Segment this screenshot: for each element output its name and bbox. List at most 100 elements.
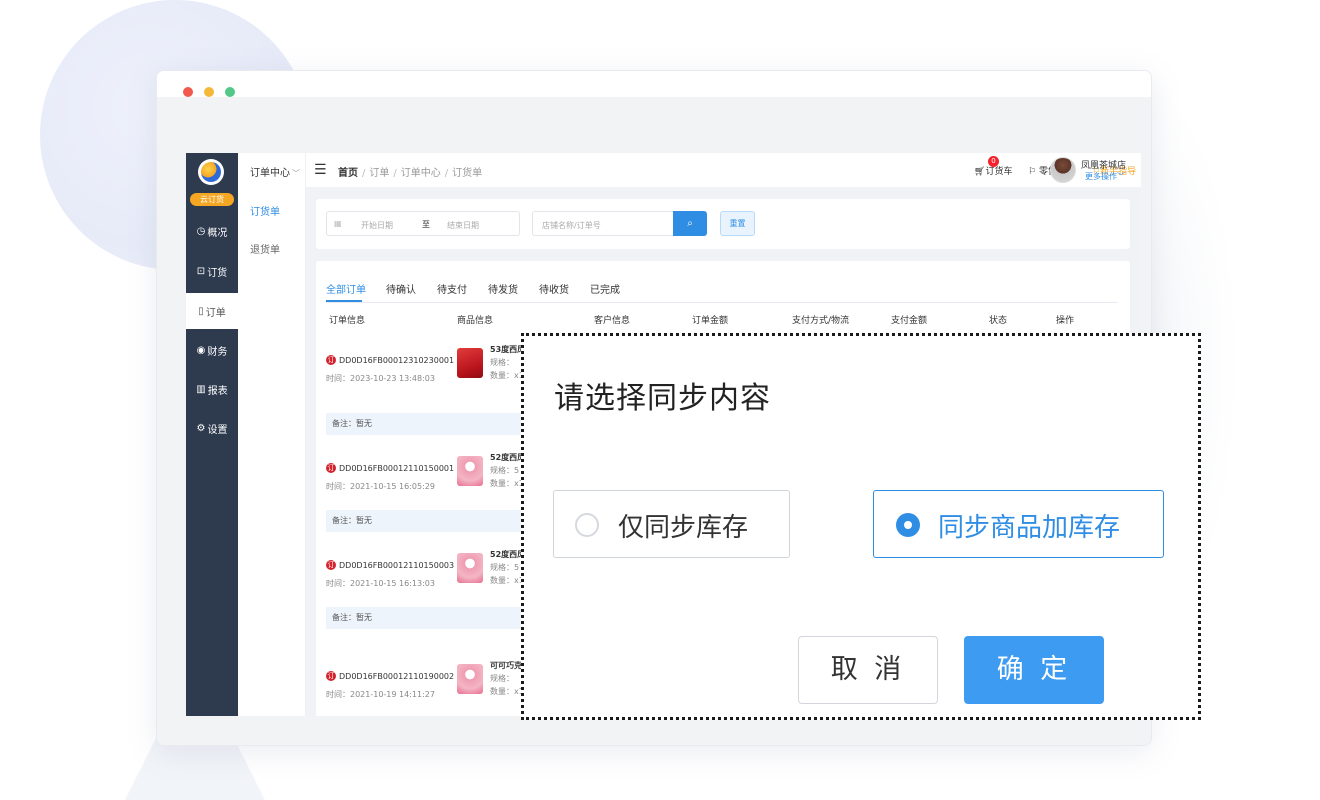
sidebar-item-label: 财务 [207, 346, 228, 358]
column-header: 订单金额 [692, 316, 729, 326]
document-icon: ▯ [198, 305, 204, 317]
chevron-down-icon: ﹀ [292, 169, 300, 178]
order-icon: 订 [326, 560, 336, 570]
shop-name: 凤凰茶城店 [1081, 161, 1127, 171]
order-time: 时间：2021-10-19 14:11:27 [326, 690, 435, 699]
search-input[interactable]: 店铺名称/订单号 [532, 211, 674, 236]
tab-pending-payment[interactable]: 待支付 [437, 281, 467, 296]
end-date-field[interactable]: 结束日期 [447, 220, 479, 231]
product-thumbnail [457, 664, 483, 694]
maximize-window-icon[interactable] [225, 87, 235, 97]
flag-icon: ⚐ [1028, 167, 1039, 177]
bar-chart-icon: ▥ [196, 383, 206, 395]
product-quantity: 数量：x1 [490, 687, 524, 696]
dialog-title: 请选择同步内容 [554, 381, 771, 416]
order-id[interactable]: DD0D16FB00012110190002 [339, 672, 454, 681]
sidebar-item-ordering[interactable]: ⊡ 订货 [186, 253, 238, 289]
more-actions-label: 更多操作 [1085, 172, 1117, 181]
product-spec: 规格： [490, 674, 514, 683]
sidebar-item-settings[interactable]: ⚙ 设置 [186, 410, 238, 446]
column-header: 支付方式/物流 [792, 316, 850, 326]
more-actions-link[interactable]: 更多操作﹀ [1085, 171, 1125, 182]
filter-panel: ▦ 开始日期 至 结束日期 店铺名称/订单号 ⌕ 重置 [316, 199, 1130, 249]
product-name: 52度西凤 [490, 453, 526, 462]
submenu-item-purchase-orders[interactable]: 订货单 [250, 203, 280, 218]
submenu-item-return-orders[interactable]: 退货单 [250, 241, 280, 256]
search-icon: ⌕ [687, 218, 693, 229]
gift-icon: ⊡ [196, 265, 206, 277]
tab-all-orders[interactable]: 全部订单 [326, 281, 366, 296]
order-id[interactable]: DD0D16FB00012310230001 [339, 356, 454, 365]
calendar-icon: ▦ [334, 219, 342, 228]
sidebar-item-finance[interactable]: ◉ 财务 [186, 332, 238, 368]
sidebar-item-label: 订货 [207, 267, 228, 279]
product-spec: 规格：5 [490, 563, 520, 572]
column-header: 订单信息 [329, 316, 366, 326]
radio-checked-icon[interactable] [896, 513, 920, 537]
minimize-window-icon[interactable] [204, 87, 214, 97]
option-sync-stock-only[interactable]: 仅同步库存 [553, 490, 790, 558]
sidebar-item-label: 设置 [207, 424, 228, 436]
column-header: 支付金额 [891, 316, 928, 326]
search-button[interactable]: ⌕ [673, 211, 707, 236]
main-sidebar: 云订货 ◷ 概况 ⊡ 订货 ▯ 订单 ◉ 财务 ▥ 报表 ⚙ 设置 [186, 153, 238, 716]
product-spec: 规格：5 [490, 466, 520, 475]
cart-label: 订货车 [985, 167, 1013, 177]
breadcrumb-item[interactable]: 订单 [369, 168, 389, 179]
tab-pending-receipt[interactable]: 待收货 [539, 281, 569, 296]
breadcrumb-item[interactable]: 订单中心 [401, 168, 441, 179]
logo-badge: 云订货 [190, 193, 234, 206]
sidebar-item-overview[interactable]: ◷ 概况 [186, 213, 238, 249]
date-range-separator: 至 [422, 220, 430, 229]
tab-pending-confirm[interactable]: 待确认 [386, 281, 416, 296]
app-logo [198, 159, 224, 185]
sidebar-item-orders[interactable]: ▯ 订单 [186, 293, 238, 329]
product-thumbnail [457, 348, 483, 378]
menu-toggle-icon[interactable]: ☰ [314, 162, 327, 178]
breadcrumb-current: 订货单 [452, 168, 483, 179]
option-sync-goods-and-stock[interactable]: 同步商品加库存 [873, 490, 1164, 558]
product-thumbnail [457, 553, 483, 583]
tab-pending-shipment[interactable]: 待发货 [488, 281, 518, 296]
date-range-picker[interactable]: ▦ 开始日期 至 结束日期 [326, 211, 520, 236]
start-date-field[interactable]: 开始日期 [361, 220, 393, 231]
cancel-button[interactable]: 取 消 [798, 636, 938, 704]
submenu-header-label: 订单中心 [250, 168, 290, 179]
cart-icon: 🛒︎ [974, 167, 986, 177]
gear-icon: ⚙ [196, 422, 206, 434]
order-id[interactable]: DD0D16FB00012110150003 [339, 561, 454, 570]
close-window-icon[interactable] [183, 87, 193, 97]
sidebar-item-label: 报表 [207, 385, 228, 397]
column-header: 商品信息 [457, 316, 494, 326]
product-name: 52度西凤 [490, 550, 526, 559]
submenu-header[interactable]: 订单中心 ﹀ [250, 164, 300, 179]
order-status-tabs: 全部订单 待确认 待支付 待发货 待收货 已完成 [326, 281, 1118, 303]
product-quantity: 数量：x1 [490, 576, 524, 585]
sync-content-dialog: 请选择同步内容 仅同步库存 同步商品加库存 取 消 确 定 [521, 333, 1201, 720]
product-spec: 规格： [490, 358, 514, 367]
radio-unchecked-icon[interactable] [575, 513, 599, 537]
order-icon: 订 [326, 671, 336, 681]
sidebar-item-label: 订单 [205, 307, 226, 319]
order-time: 时间：2023-10-23 13:48:03 [326, 374, 435, 383]
sidebar-item-label: 概况 [207, 227, 228, 239]
tab-completed[interactable]: 已完成 [590, 281, 620, 296]
column-header: 客户信息 [594, 316, 631, 326]
reset-button[interactable]: 重置 [720, 211, 755, 236]
product-name: 可可巧克 [490, 661, 522, 670]
column-header: 状态 [989, 316, 1008, 326]
order-icon: 订 [326, 463, 336, 473]
product-quantity: 数量：x1 [490, 479, 524, 488]
cart-count-badge: 0 [988, 156, 999, 167]
product-thumbnail [457, 456, 483, 486]
sidebar-item-reports[interactable]: ▥ 报表 [186, 371, 238, 407]
order-icon: 订 [326, 355, 336, 365]
option-label: 同步商品加库存 [938, 513, 1121, 543]
product-name: 53度西凤 [490, 345, 526, 354]
avatar[interactable] [1050, 157, 1076, 183]
breadcrumb-home[interactable]: 首页 [338, 168, 358, 179]
clock-icon: ◷ [196, 225, 206, 237]
top-bar: ☰ 首页/订单/订单中心/订货单 🛒︎订货车 0 ⚐ 零售店铺 ⚐新手指导 ♪消… [306, 153, 1141, 187]
confirm-button[interactable]: 确 定 [964, 636, 1104, 704]
order-id[interactable]: DD0D16FB00012110150001 [339, 464, 454, 473]
